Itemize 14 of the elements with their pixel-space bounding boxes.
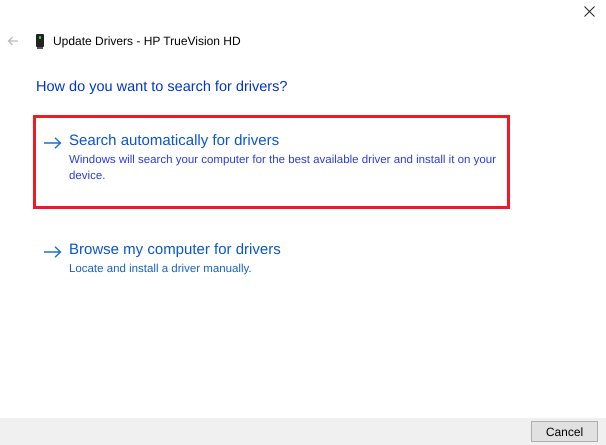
option-title: Search automatically for drivers: [69, 131, 280, 151]
option-description: Windows will search your computer for the best available driver and install it on your device.: [69, 153, 497, 184]
arrow-icon: [44, 137, 62, 149]
option-title: Browse my computer for drivers: [69, 240, 281, 260]
option-description: Locate and install a driver manually.: [69, 262, 253, 277]
close-icon: [584, 6, 594, 16]
cancel-button[interactable]: Cancel: [531, 421, 598, 442]
window-title: Update Drivers - HP TrueVision HD: [53, 34, 241, 48]
highlighted-option[interactable]: Search automatically for drivers Windows will search your computer for the best available driver and install it on your device.: [33, 115, 510, 209]
arrow-icon: [44, 246, 62, 258]
back-arrow-icon: [7, 36, 19, 46]
page-heading: How do you want to search for drivers?: [36, 79, 288, 95]
option-link[interactable]: Browse my computer for drivers Locate and install a driver manually.: [33, 237, 510, 280]
device-icon: [36, 34, 44, 48]
